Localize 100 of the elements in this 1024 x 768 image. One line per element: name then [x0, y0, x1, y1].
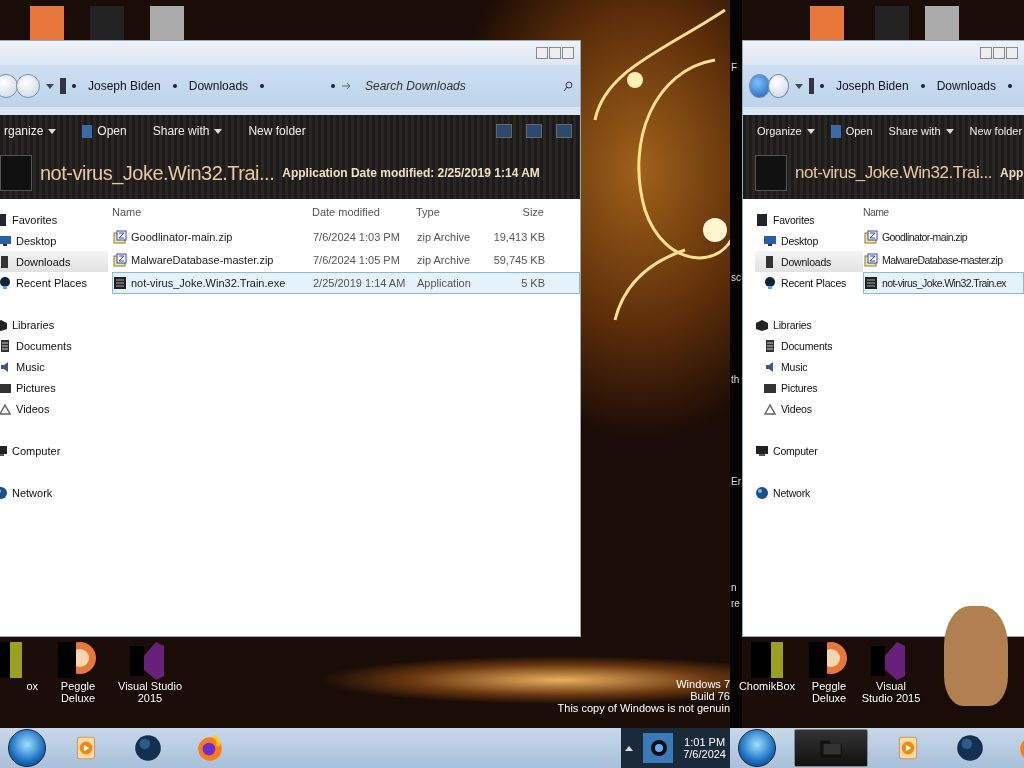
- clock-time[interactable]: 1:01 PM: [684, 736, 726, 748]
- maximize-button[interactable]: [993, 47, 1005, 59]
- file-name: MalwareDatabase-master.zip: [131, 254, 274, 266]
- peggle-icon[interactable]: [58, 640, 98, 680]
- nav-item[interactable]: Recent Places: [0, 272, 108, 293]
- watermark-text: Build 76: [690, 690, 730, 702]
- column-header[interactable]: Type: [416, 206, 492, 218]
- file-row[interactable]: not-virus_Joke.Win32.Train.exe 2/25/2019 1:14 AM Application 5 KB: [112, 272, 580, 294]
- nav-item[interactable]: Music: [755, 356, 863, 377]
- nav-item[interactable]: Videos: [0, 398, 108, 419]
- close-button[interactable]: [1006, 47, 1018, 59]
- file-row[interactable]: MalwareDatabase-master.zip: [863, 249, 1024, 271]
- column-header[interactable]: Name: [863, 206, 889, 218]
- monitor-icon: [0, 233, 12, 248]
- nav-item[interactable]: Downloads: [0, 251, 108, 272]
- nav-item[interactable]: Desktop: [755, 230, 863, 251]
- history-caret-icon[interactable]: [46, 83, 54, 89]
- breadcrumb-item[interactable]: Joseph Biden: [829, 77, 915, 95]
- refresh-icon[interactable]: [341, 80, 353, 92]
- nav-item[interactable]: Network: [755, 482, 863, 503]
- desktop-icon-label[interactable]: Peggle Deluxe: [798, 680, 860, 704]
- folder-path-icon: [808, 78, 814, 94]
- back-button[interactable]: [0, 74, 18, 98]
- desktop-icon-label[interactable]: Visual Studio 2015: [860, 680, 922, 704]
- nav-item[interactable]: Libraries: [0, 314, 108, 335]
- document-icon: [763, 338, 777, 353]
- application-icon: [113, 276, 127, 290]
- nav-item[interactable]: Favorites: [0, 209, 108, 230]
- toolbar-button[interactable]: Open: [80, 121, 129, 141]
- start-button[interactable]: [738, 729, 776, 767]
- minimize-button[interactable]: [980, 47, 992, 59]
- toolbar-button[interactable]: New folder: [967, 122, 1024, 140]
- folder-icon[interactable]: [794, 729, 868, 767]
- desktop-icon-label[interactable]: Peggle Deluxe: [46, 680, 110, 704]
- nav-item[interactable]: Computer: [0, 440, 108, 461]
- recent-places-icon: [763, 275, 777, 290]
- file-name: Goodlinator-main.zip: [131, 231, 233, 243]
- desktop-icon-label[interactable]: ox: [26, 680, 38, 692]
- toolbar-button[interactable]: Organize: [755, 122, 817, 140]
- breadcrumb-item[interactable]: Downloads: [930, 77, 1002, 95]
- forward-button[interactable]: [16, 74, 40, 98]
- table-cell: 19,413 KB: [493, 231, 545, 243]
- recent-places-icon: [0, 275, 12, 290]
- peggle-icon[interactable]: [809, 640, 849, 680]
- file-row[interactable]: MalwareDatabase-master.zip 7/6/2024 1:05 PM zip Archive 59,745 KB: [112, 249, 580, 271]
- nav-item[interactable]: Computer: [755, 440, 863, 461]
- nav-item[interactable]: Videos: [755, 398, 863, 419]
- tray-arrow-icon[interactable]: [625, 745, 634, 751]
- zip-file-icon: [864, 230, 878, 244]
- nav-item[interactable]: Music: [0, 356, 108, 377]
- breadcrumb-item[interactable]: Downloads: [182, 77, 255, 95]
- breadcrumb-item[interactable]: Joseph Biden: [82, 77, 167, 95]
- nav-item[interactable]: Network: [0, 482, 108, 503]
- toolbar-button[interactable]: Share with: [886, 122, 956, 140]
- back-button[interactable]: [749, 74, 770, 98]
- open-icon: [830, 124, 841, 138]
- desktop-icon-label[interactable]: Visual Studio 2015: [118, 680, 182, 704]
- webcam-icon[interactable]: [641, 731, 676, 765]
- toolbar-button[interactable]: New folder: [246, 121, 308, 141]
- file-row[interactable]: Goodlinator-main.zip: [863, 226, 1024, 248]
- separator-icon: [920, 84, 925, 88]
- nav-item[interactable]: Documents: [0, 335, 108, 356]
- nav-item[interactable]: Documents: [755, 335, 863, 356]
- table-cell-text: zip Archive: [417, 254, 472, 266]
- search-icon[interactable]: [562, 80, 574, 92]
- file-name: MalwareDatabase-master.zip: [882, 254, 1003, 266]
- toolbar-button[interactable]: Open: [828, 121, 875, 141]
- text-fragment: re: [731, 598, 740, 609]
- nav-item[interactable]: Downloads: [755, 251, 863, 272]
- close-button[interactable]: [562, 47, 574, 59]
- open-icon: [82, 124, 93, 138]
- text-fragment: Er: [731, 476, 741, 487]
- nav-item[interactable]: Favorites: [755, 209, 863, 230]
- column-header[interactable]: Date modified: [312, 206, 416, 218]
- nav-item[interactable]: Desktop: [0, 230, 108, 251]
- clock-date[interactable]: 7/6/2024: [683, 748, 726, 760]
- column-header[interactable]: Size: [492, 206, 544, 218]
- start-button[interactable]: [8, 729, 46, 767]
- separator-icon: [331, 84, 335, 88]
- toolbar-button[interactable]: Share with: [150, 121, 225, 141]
- file-details: Application Date modified: 2/25/2019 1:14 AM: [282, 166, 540, 180]
- search-field[interactable]: Search Downloads: [359, 75, 556, 97]
- toolbar-button[interactable]: rganize: [2, 121, 59, 141]
- file-row[interactable]: Goodlinator-main.zip 7/6/2024 1:03 PM zip Archive 19,413 KB: [112, 226, 580, 248]
- column-header[interactable]: Name: [112, 206, 312, 218]
- application-icon: [0, 155, 32, 191]
- nav-item[interactable]: Pictures: [755, 377, 863, 398]
- forward-button[interactable]: [767, 74, 789, 98]
- separator-icon: [1008, 84, 1012, 88]
- folder-path-icon: [60, 78, 66, 94]
- desktop-icon-label[interactable]: ChomikBox: [738, 680, 796, 692]
- text-fragment: F: [731, 62, 738, 73]
- nav-item[interactable]: Recent Places: [755, 272, 863, 293]
- nav-item[interactable]: Libraries: [755, 314, 863, 335]
- history-caret-icon[interactable]: [794, 83, 803, 89]
- text-fragment: sc: [731, 272, 741, 283]
- minimize-button[interactable]: [536, 47, 548, 59]
- nav-item[interactable]: Pictures: [0, 377, 108, 398]
- maximize-button[interactable]: [549, 47, 561, 59]
- file-row[interactable]: not-virus_Joke.Win32.Train.ex: [863, 272, 1024, 294]
